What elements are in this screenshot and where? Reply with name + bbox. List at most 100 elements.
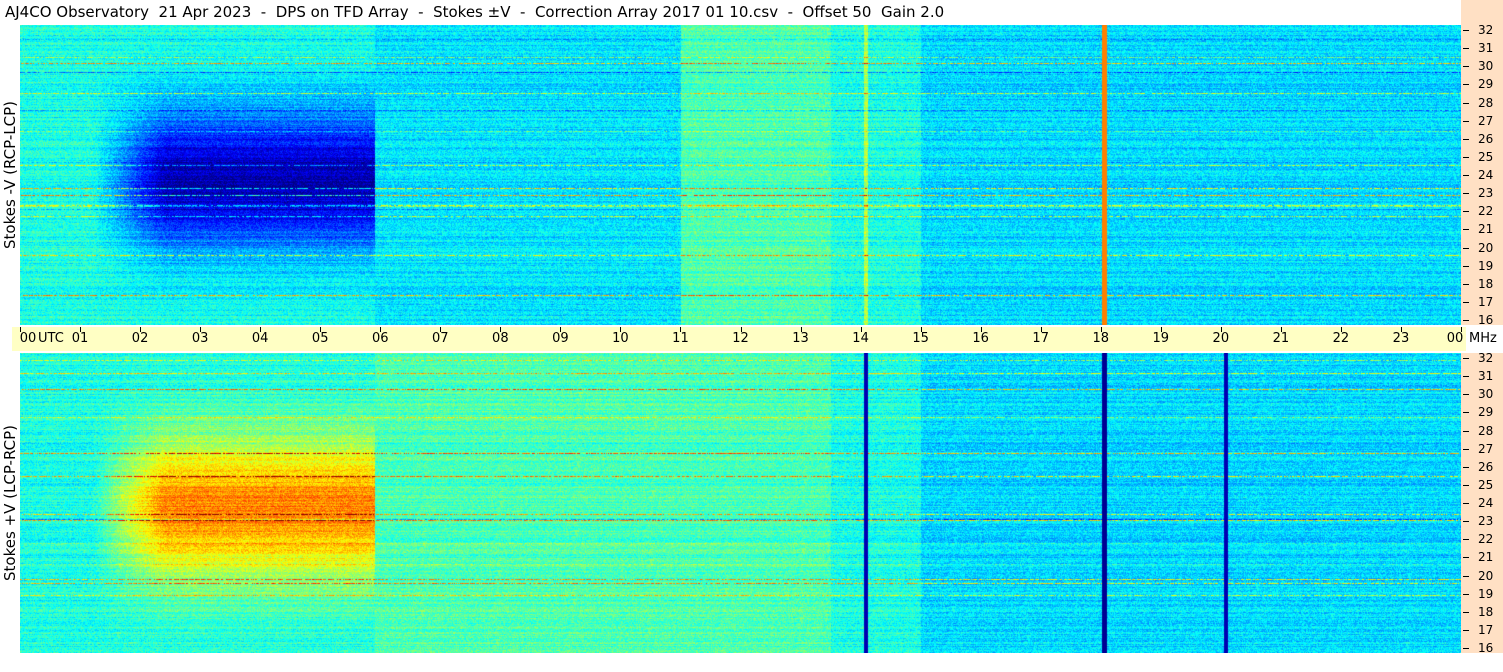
top-mhz-tick bbox=[1463, 156, 1469, 158]
bottom-mhz-tick bbox=[1463, 358, 1469, 359]
top-mhz-tick-label: 25 bbox=[1478, 149, 1494, 164]
bottom-mhz-tick bbox=[1463, 448, 1469, 450]
time-tick-label: 21 bbox=[1272, 331, 1290, 346]
top-mhz-tick bbox=[1463, 138, 1469, 140]
time-tick-label: 19 bbox=[1152, 331, 1170, 346]
mhz-scale-top: 32 31 30 29 28 27 26 25 24 23 22 21 20 19 18 17 16 bbox=[1461, 23, 1503, 327]
time-tick-label: 07 bbox=[432, 331, 449, 346]
time-tick-label: 00 bbox=[1446, 331, 1464, 346]
time-tick-label: 14 bbox=[852, 331, 869, 346]
bottom-mhz-tick-label: 21 bbox=[1478, 550, 1494, 565]
bottom-mhz-tick-label: 16 bbox=[1478, 641, 1494, 655]
bottom-mhz-tick bbox=[1463, 412, 1469, 414]
bottom-mhz-tick bbox=[1463, 376, 1469, 378]
bottom-mhz-tick-label: 31 bbox=[1478, 369, 1494, 384]
time-tick-label: 00 bbox=[19, 331, 37, 346]
bottom-mhz-tick-label: 23 bbox=[1478, 514, 1494, 529]
top-mhz-tick-label: 26 bbox=[1478, 131, 1494, 146]
top-mhz-tick-label: 30 bbox=[1478, 59, 1494, 74]
bottom-mhz-tick-label: 24 bbox=[1478, 496, 1494, 510]
bottom-mhz-tick-label: 30 bbox=[1478, 387, 1494, 402]
top-mhz-tick bbox=[1463, 175, 1469, 176]
top-mhz-tick-label: 31 bbox=[1478, 41, 1494, 56]
bottom-mhz-tick bbox=[1463, 466, 1469, 468]
bottom-mhz-tick-label: 25 bbox=[1478, 477, 1494, 492]
time-tick-label: 13 bbox=[792, 331, 809, 346]
top-mhz-tick bbox=[1463, 265, 1469, 267]
ylabel-top: Stokes -V (RCP-LCP) bbox=[0, 25, 20, 325]
time-tick-label: 04 bbox=[251, 331, 269, 346]
ylabel-bottom: Stokes +V (LCP-RCP) bbox=[0, 353, 20, 653]
time-tick-label: 05 bbox=[311, 331, 329, 346]
top-mhz-tick bbox=[1463, 66, 1469, 68]
time-tick-label: 22 bbox=[1332, 331, 1350, 346]
top-mhz-tick bbox=[1463, 283, 1469, 285]
time-tick-label: 16 bbox=[972, 331, 989, 346]
top-mhz-tick bbox=[1463, 30, 1469, 31]
ylabel-bottom-text: Stokes +V (LCP-RCP) bbox=[1, 425, 19, 581]
bottom-mhz-tick bbox=[1463, 557, 1469, 559]
top-mhz-tick bbox=[1463, 102, 1469, 104]
top-mhz-tick bbox=[1463, 247, 1469, 249]
top-mhz-tick-label: 16 bbox=[1478, 313, 1494, 327]
top-mhz-tick bbox=[1463, 211, 1469, 213]
top-mhz-tick bbox=[1463, 84, 1469, 86]
bottom-mhz-tick bbox=[1463, 611, 1469, 613]
spectrogram-bottom bbox=[20, 353, 1461, 653]
bottom-mhz-tick bbox=[1463, 430, 1469, 432]
bottom-mhz-tick-label: 26 bbox=[1478, 459, 1494, 474]
mhz-scale-bottom: 32 31 30 29 28 27 26 25 24 23 22 21 20 19 18 17 16 bbox=[1461, 351, 1503, 655]
time-tick-label: 15 bbox=[912, 331, 929, 346]
bottom-mhz-tick-label: 32 bbox=[1478, 351, 1494, 365]
bottom-mhz-tick-label: 20 bbox=[1478, 568, 1494, 583]
time-axis: 00 01 02 03 04 05 06 07 08 09 10 11 12 13 14 15 16 17 18 19… bbox=[12, 327, 1497, 351]
time-tick-label: 18 bbox=[1092, 331, 1110, 346]
bottom-mhz-tick bbox=[1463, 629, 1469, 631]
utc-label: UTC bbox=[38, 331, 64, 346]
bottom-mhz-tick bbox=[1463, 503, 1469, 504]
time-tick-label: 06 bbox=[371, 331, 389, 346]
mhz-unit-label: MHz bbox=[1469, 331, 1497, 346]
bottom-mhz-tick bbox=[1463, 484, 1469, 486]
top-mhz-tick-label: 21 bbox=[1478, 222, 1494, 237]
bottom-mhz-tick-label: 22 bbox=[1478, 532, 1494, 547]
time-tick-label: 17 bbox=[1032, 331, 1049, 346]
bottom-mhz-tick-label: 27 bbox=[1478, 441, 1494, 456]
top-mhz-tick bbox=[1463, 320, 1469, 321]
bottom-mhz-tick bbox=[1463, 539, 1469, 541]
time-tick-label: 02 bbox=[131, 331, 149, 346]
top-mhz-tick-label: 17 bbox=[1478, 294, 1494, 309]
time-tick-label: 20 bbox=[1212, 331, 1230, 346]
top-mhz-tick-label: 18 bbox=[1478, 276, 1494, 291]
time-tick-label: 03 bbox=[191, 331, 209, 346]
top-mhz-tick-label: 20 bbox=[1478, 240, 1494, 255]
bottom-mhz-tick-label: 17 bbox=[1478, 622, 1494, 637]
top-mhz-tick-label: 23 bbox=[1478, 186, 1494, 201]
time-tick-label: 10 bbox=[612, 331, 629, 346]
ylabel-top-text: Stokes -V (RCP-LCP) bbox=[1, 101, 19, 249]
top-mhz-tick-label: 22 bbox=[1478, 204, 1494, 219]
spectrogram-top bbox=[20, 25, 1461, 325]
bottom-mhz-tick-label: 28 bbox=[1478, 423, 1494, 438]
top-mhz-tick-label: 29 bbox=[1478, 77, 1494, 92]
top-mhz-tick-label: 28 bbox=[1478, 95, 1494, 110]
top-mhz-tick-label: 27 bbox=[1478, 113, 1494, 128]
time-tick-label: 12 bbox=[732, 331, 749, 346]
top-mhz-tick bbox=[1463, 193, 1469, 195]
bottom-mhz-tick-label: 19 bbox=[1478, 586, 1494, 601]
top-mhz-tick-label: 19 bbox=[1478, 258, 1494, 273]
top-mhz-tick bbox=[1463, 301, 1469, 303]
top-mhz-tick bbox=[1463, 120, 1469, 122]
top-mhz-tick-label: 24 bbox=[1478, 168, 1494, 182]
bottom-mhz-tick bbox=[1463, 521, 1469, 523]
chart-title: AJ4CO Observatory 21 Apr 2023 - DPS on T… bbox=[5, 3, 945, 21]
top-mhz-tick-label: 32 bbox=[1478, 23, 1494, 37]
top-mhz-tick bbox=[1463, 48, 1469, 50]
bottom-mhz-tick bbox=[1463, 648, 1469, 649]
time-tick-label: 08 bbox=[492, 331, 509, 346]
time-tick-label: 23 bbox=[1392, 331, 1410, 346]
scale-corner bbox=[1461, 0, 1503, 25]
top-mhz-tick bbox=[1463, 229, 1469, 231]
bottom-mhz-tick-label: 18 bbox=[1478, 604, 1494, 619]
bottom-mhz-tick-label: 29 bbox=[1478, 405, 1494, 420]
